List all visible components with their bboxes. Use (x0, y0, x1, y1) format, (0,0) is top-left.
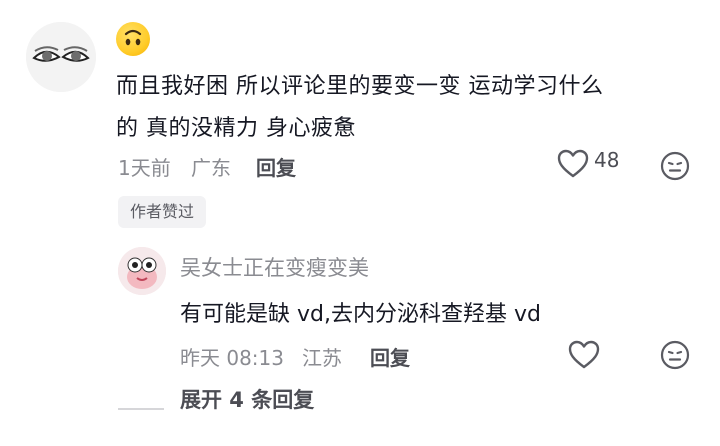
reply-location: 江苏 (302, 346, 342, 370)
comment-reply-button[interactable]: 回复 (256, 152, 296, 181)
dislike-icon[interactable] (659, 150, 691, 182)
reply-time: 昨天 08:13 (180, 346, 284, 370)
reply-text: 有可能是缺 vd,去内分泌科查羟基 vd (180, 302, 541, 327)
avatar-main-commenter[interactable] (26, 22, 96, 92)
heart-icon[interactable] (556, 148, 590, 180)
author-liked-badge: 作者赞过 (118, 196, 207, 228)
comment-text: 而且我好困 所以评论里的要变一变 运动学习什么 的 真的没精力 身心疲惫 (116, 66, 706, 150)
like-count: 48 (594, 148, 620, 172)
comment-text-line2: 的 真的没精力 身心疲惫 (116, 116, 356, 141)
comment-time: 1天前 (118, 156, 171, 180)
avatar-reply-user[interactable] (118, 247, 166, 295)
reply-username[interactable]: 吴女士正在变瘦变美 (180, 252, 369, 282)
expand-replies-button[interactable]: 展开 4 条回复 (180, 384, 314, 414)
comment-location: 广东 (191, 156, 231, 180)
heart-icon[interactable] (567, 339, 601, 371)
dislike-icon[interactable] (659, 339, 691, 371)
upside-down-face-emoji-icon (116, 22, 150, 56)
comment-text-line1: 而且我好困 所以评论里的要变一变 运动学习什么 (116, 74, 604, 99)
divider (118, 408, 164, 410)
reply-reply-button[interactable]: 回复 (370, 342, 410, 371)
